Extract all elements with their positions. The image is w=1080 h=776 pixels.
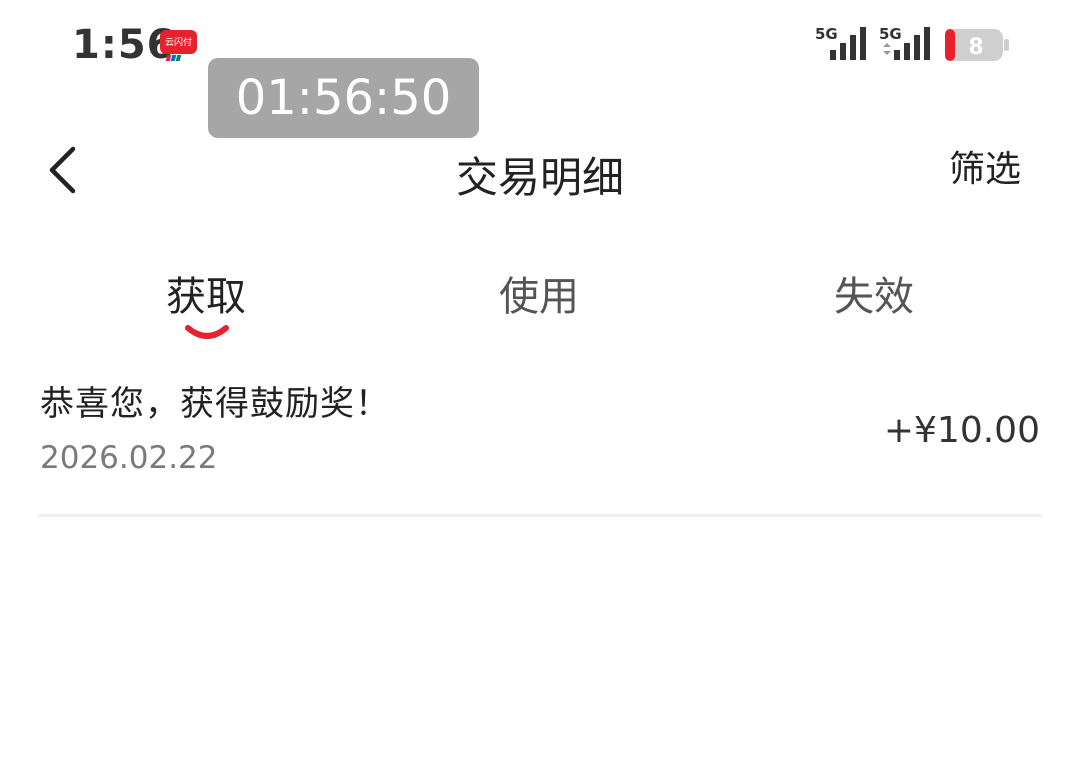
list-divider bbox=[38, 514, 1042, 517]
battery-icon: 8 bbox=[945, 29, 1009, 61]
network-type-label-2: 5G bbox=[879, 25, 902, 43]
active-tab-indicator bbox=[185, 325, 229, 339]
network-type-label: 5G bbox=[815, 25, 838, 43]
record-title: 恭喜您，获得鼓励奖！ bbox=[40, 384, 390, 424]
battery-level: 8 bbox=[968, 35, 983, 60]
app-icon-text: 云闪付 bbox=[165, 37, 192, 48]
tab-expired[interactable]: 失效 bbox=[764, 264, 984, 322]
page-title: 交易明细 bbox=[455, 153, 624, 202]
cellular-signal-icon-2: 5G bbox=[879, 25, 930, 60]
record-amount: +¥10.00 bbox=[883, 410, 1040, 451]
screen-recording-timer: 01:56:50 bbox=[208, 58, 479, 138]
record-date: 2026.02.22 bbox=[40, 440, 218, 476]
filter-button[interactable]: 筛选 bbox=[930, 140, 1040, 192]
cellular-signal-icon: 5G bbox=[815, 25, 866, 60]
unionpay-app-icon: 云闪付 bbox=[160, 30, 197, 61]
tab-obtain[interactable]: 获取 bbox=[96, 264, 316, 322]
tab-use[interactable]: 使用 bbox=[429, 264, 649, 322]
